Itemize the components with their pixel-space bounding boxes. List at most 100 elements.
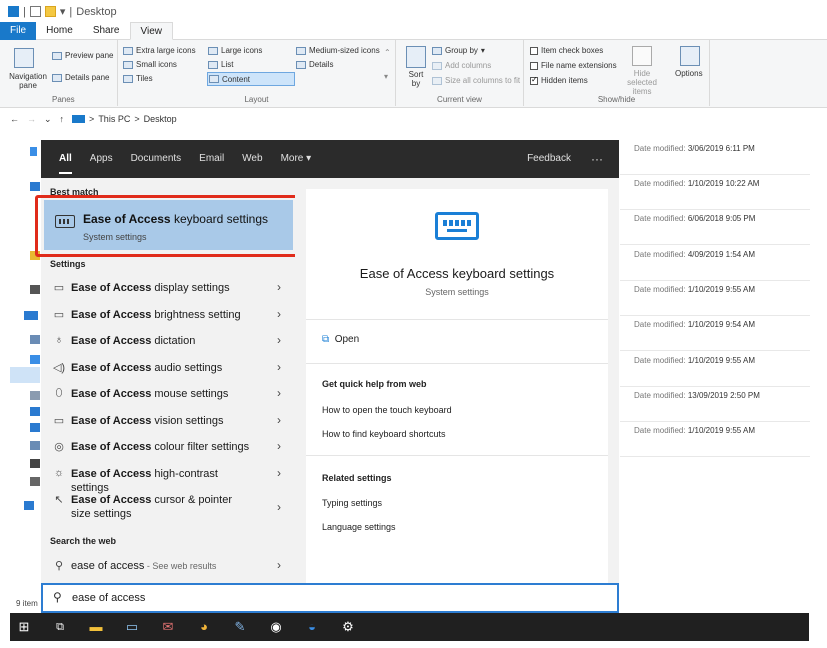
breadcrumb-desktop[interactable]: Desktop (144, 114, 177, 124)
tab-share[interactable]: Share (83, 22, 130, 40)
desktop-nav-selected[interactable] (10, 367, 40, 383)
chrome-icon[interactable]: ◕ (196, 619, 212, 635)
tab-home[interactable]: Home (36, 22, 83, 40)
quick-access-icon[interactable] (8, 6, 19, 17)
open-label: Open (334, 334, 360, 345)
details-pane-button[interactable]: Details pane (52, 73, 109, 82)
task-view-icon[interactable]: ⧉ (52, 619, 68, 635)
videos-icon[interactable] (30, 459, 40, 468)
layout-large-icons[interactable]: Large icons (208, 46, 262, 55)
filter-apps[interactable]: Apps (90, 140, 113, 178)
objects-3d-icon[interactable] (30, 355, 40, 364)
new-folder-icon[interactable] (44, 6, 56, 17)
file-explorer-icon[interactable]: ▬ (88, 619, 104, 635)
file-row[interactable]: Date modified: 13/09/2019 2:50 PM (620, 387, 810, 422)
layout-medium-icons[interactable]: Medium-sized icons (296, 46, 380, 55)
tab-view[interactable]: View (129, 22, 173, 40)
file-name-extensions-checkbox[interactable] (530, 61, 538, 70)
settings-result[interactable]: ⬯ Ease of Access mouse settings › (41, 382, 295, 408)
downloads-nav-icon[interactable] (30, 407, 40, 416)
add-columns-button[interactable]: Add columns (432, 61, 491, 70)
settings-result[interactable]: ▭ Ease of Access display settings › (41, 276, 295, 302)
tab-file[interactable]: File (0, 22, 37, 40)
settings-result[interactable]: ♁ Ease of Access dictation › (41, 329, 295, 355)
settings-result[interactable]: ↖ Ease of Access cursor & pointer size se… (41, 488, 295, 528)
file-name-extensions-toggle[interactable]: File name extensions (530, 61, 617, 70)
open-action[interactable]: ⧉ Open (322, 334, 359, 345)
settings-result[interactable]: ▭ Ease of Access brightness setting › (41, 303, 295, 329)
local-disk-icon[interactable] (30, 477, 40, 486)
documents-icon[interactable] (30, 391, 40, 400)
onedrive-icon[interactable] (24, 311, 38, 320)
search-query[interactable]: ease of access (72, 592, 145, 604)
sort-by-button[interactable]: Sort by (404, 70, 428, 88)
item-check-boxes-toggle[interactable]: Item check boxes (530, 46, 603, 55)
customize-dropdown-icon[interactable]: ▾ (60, 5, 66, 18)
navigation-pane-button[interactable]: Navigation pane (8, 72, 48, 90)
filter-more[interactable]: More ▾ (281, 140, 312, 178)
feedback-link[interactable]: Feedback (527, 140, 571, 178)
layout-extra-large-icons[interactable]: Extra large icons (123, 46, 196, 55)
filter-all[interactable]: All (59, 140, 72, 178)
properties-icon[interactable] (29, 6, 41, 17)
file-row[interactable]: Date modified: 1/10/2019 9:55 AM (620, 422, 810, 457)
up-arrow-icon[interactable]: ↑ (60, 114, 65, 124)
drive-icon[interactable] (30, 285, 40, 294)
help-link[interactable]: How to open the touch keyboard (322, 405, 452, 415)
layout-content[interactable]: Content (207, 72, 295, 86)
hide-selected-button[interactable]: Hide selected items (618, 69, 666, 96)
size-columns-button[interactable]: Size all columns to fit (432, 76, 520, 85)
this-pc-nav-icon[interactable] (30, 335, 40, 344)
pc-app-icon[interactable]: ▭ (124, 619, 140, 635)
related-link[interactable]: Typing settings (322, 498, 382, 508)
recent-locations-icon[interactable]: ⌄ (44, 114, 52, 125)
hidden-items-toggle[interactable]: Hidden items (530, 75, 588, 85)
pictures-icon[interactable] (30, 441, 40, 450)
file-row[interactable]: Date modified: 6/06/2018 9:05 PM (620, 210, 810, 245)
group-by-button[interactable]: Group by ▾ (432, 46, 485, 55)
edge-icon[interactable]: ◒ (304, 619, 320, 635)
more-options-icon[interactable]: ··· (591, 140, 603, 178)
file-row[interactable]: Date modified: 1/10/2019 9:54 AM (620, 316, 810, 351)
breadcrumb[interactable]: > This PC > Desktop (72, 114, 177, 124)
related-link[interactable]: Language settings (322, 522, 396, 532)
back-arrow-icon[interactable]: ← (10, 114, 19, 124)
settings-gear-icon[interactable]: ⚙ (340, 619, 356, 635)
media-app-icon[interactable]: ◉ (268, 619, 284, 635)
layout-scroll-up-icon[interactable]: ⌃ (384, 48, 391, 57)
layout-tiles[interactable]: Tiles (123, 74, 153, 83)
filter-documents[interactable]: Documents (131, 140, 182, 178)
hidden-items-checkbox[interactable] (530, 75, 538, 85)
layout-details[interactable]: Details (296, 60, 333, 69)
filter-web[interactable]: Web (242, 140, 262, 178)
music-icon[interactable] (30, 423, 40, 432)
layout-small-icons[interactable]: Small icons (123, 60, 177, 69)
settings-result[interactable]: ◁) Ease of Access audio settings › (41, 356, 295, 382)
settings-result[interactable]: ◎ Ease of Access colour filter settings › (41, 435, 295, 461)
help-link[interactable]: How to find keyboard shortcuts (322, 429, 446, 439)
settings-result[interactable]: ▭ Ease of Access vision settings › (41, 409, 295, 435)
web-result[interactable]: ⚲ ease of access - See web results › (41, 554, 295, 580)
file-row[interactable]: Date modified: 3/06/2019 6:11 PM (620, 140, 810, 175)
mail-app-icon[interactable]: ✉ (160, 619, 176, 635)
preview-pane-button[interactable]: Preview pane (52, 51, 113, 60)
file-row[interactable]: Date modified: 4/09/2019 1:54 AM (620, 246, 810, 281)
breadcrumb-this-pc[interactable]: This PC (98, 114, 130, 124)
file-row[interactable]: Date modified: 1/10/2019 10:22 AM (620, 175, 810, 210)
layout-list[interactable]: List (208, 60, 233, 69)
quick-access-star-icon[interactable] (30, 147, 37, 156)
network-icon[interactable] (24, 501, 34, 510)
item-check-boxes-checkbox[interactable] (530, 46, 538, 55)
search-input[interactable]: ⚲ ease of access (41, 583, 619, 613)
options-button[interactable]: Options (675, 69, 703, 78)
file-row[interactable]: Date modified: 1/10/2019 9:55 AM (620, 352, 810, 387)
windows-start-icon[interactable]: ⊞ (16, 619, 32, 635)
divider (306, 319, 608, 320)
filter-email[interactable]: Email (199, 140, 224, 178)
layout-expand-icon[interactable]: ▾ (384, 72, 388, 81)
downloads-icon[interactable] (30, 182, 40, 191)
file-row[interactable]: Date modified: 1/10/2019 9:55 AM (620, 281, 810, 316)
settings-result[interactable]: ☼ Ease of Access high-contrast settings › (41, 462, 295, 494)
pen-app-icon[interactable]: ✎ (232, 619, 248, 635)
forward-arrow-icon[interactable]: → (27, 114, 36, 124)
